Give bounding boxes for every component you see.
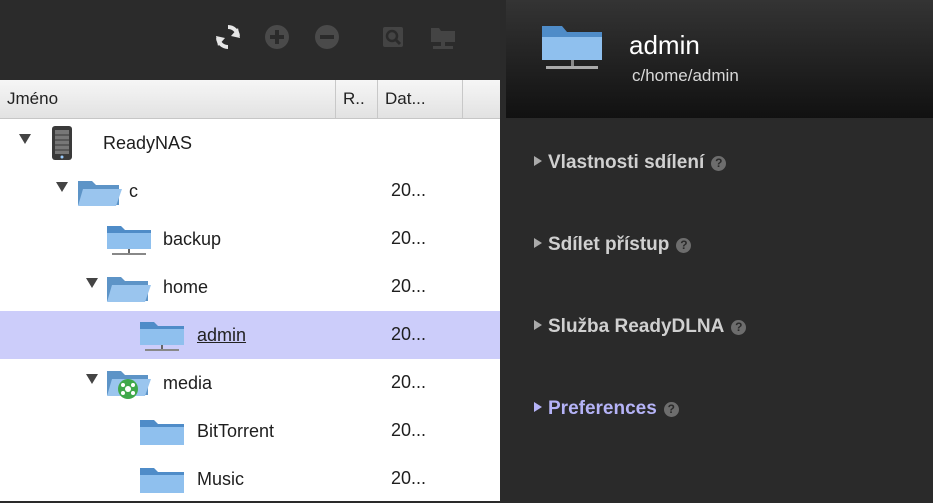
open-folder-icon [106, 273, 152, 308]
refresh-icon[interactable] [213, 22, 243, 52]
tree-row-label: admin [197, 325, 247, 345]
tree-row-bittorrent[interactable]: BitTorrent 20... [0, 407, 500, 455]
details-header: admin c/home/admin [506, 0, 933, 118]
share-path: c/home/admin [632, 66, 739, 85]
column-header: Jméno R.. Dat... [0, 80, 500, 119]
section-label: Vlastnosti sdílení [548, 152, 705, 173]
tree-row-label: c [129, 181, 138, 201]
help-icon[interactable]: ? [731, 320, 747, 335]
column-date[interactable]: Dat... [378, 80, 463, 118]
tree-row-label: home [163, 277, 209, 297]
expand-toggle-icon[interactable] [19, 134, 31, 144]
tree-row-readynas[interactable]: ReadyNAS [0, 119, 500, 167]
expand-arrow-icon [534, 402, 542, 412]
tree-row-date: 20... [391, 372, 427, 392]
shared-folder-icon [106, 223, 152, 262]
tree-row-label: ReadyNAS [103, 133, 193, 153]
tree-panel: Jméno R.. Dat... ReadyNAS c 20... backup… [0, 0, 500, 501]
folder-icon [139, 465, 185, 500]
help-icon[interactable]: ? [676, 238, 692, 253]
column-r[interactable]: R.. [336, 80, 378, 118]
help-icon[interactable]: ? [711, 156, 727, 171]
tree-row-label: BitTorrent [197, 421, 275, 441]
column-name[interactable]: Jméno [0, 80, 336, 118]
tree-row-date: 20... [391, 276, 427, 296]
share-title: admin [629, 30, 700, 60]
help-icon[interactable]: ? [663, 402, 679, 417]
tree-row-music[interactable]: Music 20... [0, 455, 500, 503]
tree-row-date: 20... [391, 228, 427, 248]
tree-row-c[interactable]: c 20... [0, 167, 500, 215]
tree-row-label: media [163, 373, 213, 393]
search-icon[interactable] [378, 22, 408, 52]
folder-icon [139, 417, 185, 452]
nas-device-icon [51, 125, 73, 166]
tree-row-date: 20... [391, 420, 427, 440]
tree-row-date: 20... [391, 324, 427, 344]
expand-toggle-icon[interactable] [56, 182, 68, 192]
tree-row-label: Music [197, 469, 245, 489]
section-share-properties[interactable]: Vlastnosti sdílení? [534, 152, 727, 174]
network-share-icon[interactable] [428, 22, 458, 52]
tree-row-admin[interactable]: admin 20... [0, 311, 500, 359]
expand-arrow-icon [534, 238, 542, 248]
section-preferences[interactable]: Preferences? [534, 398, 679, 420]
details-panel: admin c/home/admin Vlastnosti sdílení? S… [506, 0, 933, 501]
section-label: Preferences [548, 398, 657, 419]
section-label: Služba ReadyDLNA [548, 316, 725, 337]
section-readydlna[interactable]: Služba ReadyDLNA? [534, 316, 747, 338]
open-folder-icon [77, 177, 123, 212]
share-tree: ReadyNAS c 20... backup 20... home 20...… [0, 119, 500, 501]
tree-row-label: backup [163, 229, 222, 249]
shared-folder-icon [139, 319, 185, 358]
tree-row-date: 20... [391, 468, 427, 488]
expand-toggle-icon[interactable] [86, 374, 98, 384]
tree-toolbar [0, 0, 500, 80]
media-folder-icon [106, 365, 152, 406]
section-share-access[interactable]: Sdílet přístup? [534, 234, 692, 256]
tree-row-home[interactable]: home 20... [0, 263, 500, 311]
tree-row-media[interactable]: media 20... [0, 359, 500, 407]
tree-row-date: 20... [391, 180, 427, 200]
remove-icon[interactable] [312, 22, 342, 52]
tree-row-backup[interactable]: backup 20... [0, 215, 500, 263]
add-icon[interactable] [262, 22, 292, 52]
section-label: Sdílet přístup [548, 234, 670, 255]
expand-toggle-icon[interactable] [86, 278, 98, 288]
shared-folder-icon [540, 22, 604, 77]
expand-arrow-icon [534, 156, 542, 166]
expand-arrow-icon [534, 320, 542, 330]
